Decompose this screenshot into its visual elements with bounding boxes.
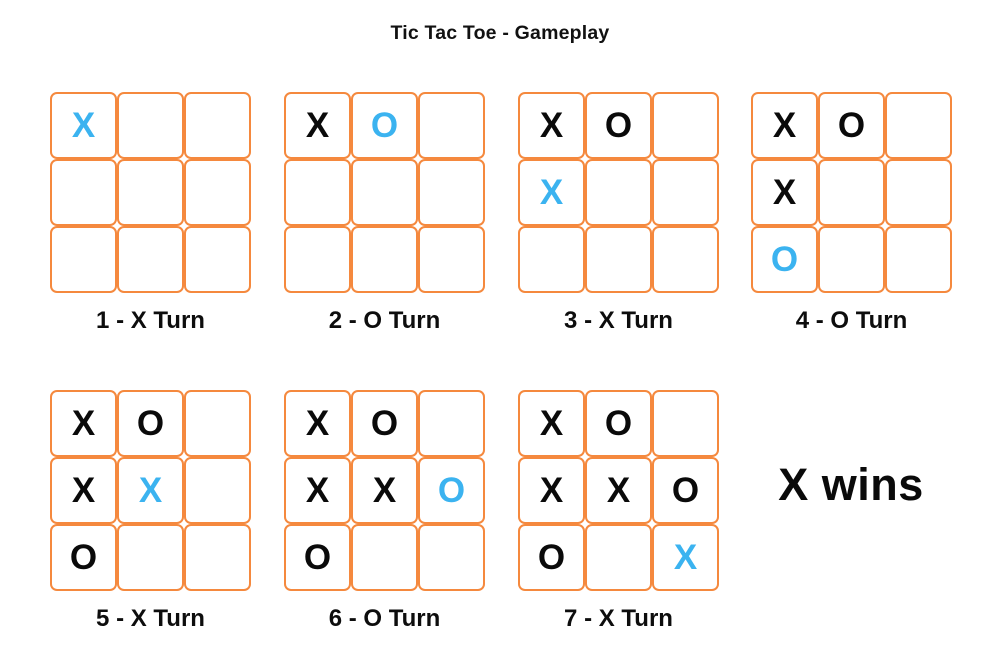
tic-tac-toe-board[interactable]: XOXXOO: [284, 390, 485, 591]
board-cell[interactable]: [418, 390, 485, 457]
board-cell[interactable]: O: [585, 390, 652, 457]
board-caption: 2 - O Turn: [328, 307, 441, 334]
board-cell[interactable]: O: [351, 390, 418, 457]
board-cell[interactable]: [184, 226, 251, 293]
board-cell[interactable]: [351, 524, 418, 591]
board-caption: 3 - X Turn: [564, 307, 673, 334]
board-cell[interactable]: [184, 390, 251, 457]
board-cell[interactable]: [284, 226, 351, 293]
board-cell[interactable]: [117, 226, 184, 293]
board-cell[interactable]: X: [518, 390, 585, 457]
board-cell[interactable]: [184, 457, 251, 524]
board-cell[interactable]: [117, 524, 184, 591]
board-panel-7: XOXXOOX 7 - X Turn: [518, 390, 719, 632]
board-cell[interactable]: X: [751, 159, 818, 226]
board-cell[interactable]: O: [284, 524, 351, 591]
board-cell[interactable]: O: [585, 92, 652, 159]
board-panel-4: XOXO 4 - O Turn: [751, 92, 952, 334]
board-panel-3: XOX 3 - X Turn: [518, 92, 719, 334]
board-cell[interactable]: [117, 92, 184, 159]
tic-tac-toe-board[interactable]: XOXXO: [50, 390, 251, 591]
board-cell[interactable]: [518, 226, 585, 293]
board-cell[interactable]: [652, 226, 719, 293]
board-cell[interactable]: X: [518, 92, 585, 159]
tic-tac-toe-board[interactable]: XOXXOOX: [518, 390, 719, 591]
board-cell[interactable]: [351, 159, 418, 226]
tic-tac-toe-board[interactable]: XOX: [518, 92, 719, 293]
board-cell[interactable]: X: [284, 457, 351, 524]
board-cell[interactable]: O: [418, 457, 485, 524]
board-cell[interactable]: O: [117, 390, 184, 457]
board-cell[interactable]: [885, 226, 952, 293]
board-caption: 1 - X Turn: [96, 307, 205, 334]
board-caption: 5 - X Turn: [96, 605, 205, 632]
board-cell[interactable]: [652, 159, 719, 226]
board-cell[interactable]: [585, 524, 652, 591]
tic-tac-toe-board[interactable]: XOXO: [751, 92, 952, 293]
board-cell[interactable]: [885, 159, 952, 226]
board-cell[interactable]: X: [50, 457, 117, 524]
board-caption: 4 - O Turn: [795, 307, 908, 334]
board-cell[interactable]: [418, 159, 485, 226]
board-caption: 6 - O Turn: [328, 605, 441, 632]
board-cell[interactable]: X: [518, 457, 585, 524]
board-cell[interactable]: X: [652, 524, 719, 591]
board-cell[interactable]: X: [351, 457, 418, 524]
board-cell[interactable]: O: [652, 457, 719, 524]
board-cell[interactable]: [818, 226, 885, 293]
board-cell[interactable]: X: [284, 92, 351, 159]
board-cell[interactable]: [418, 92, 485, 159]
board-cell[interactable]: [184, 92, 251, 159]
board-cell[interactable]: [652, 92, 719, 159]
board-cell[interactable]: [585, 226, 652, 293]
board-cell[interactable]: O: [751, 226, 818, 293]
board-cell[interactable]: [885, 92, 952, 159]
board-cell[interactable]: [50, 159, 117, 226]
result-banner: X wins: [778, 459, 924, 510]
board-cell[interactable]: [117, 159, 184, 226]
board-cell[interactable]: O: [818, 92, 885, 159]
board-cell[interactable]: [418, 524, 485, 591]
board-cell[interactable]: X: [50, 92, 117, 159]
page-title: Tic Tac Toe - Gameplay: [390, 22, 610, 44]
board-cell[interactable]: X: [284, 390, 351, 457]
board-panel-1: X 1 - X Turn: [50, 92, 251, 334]
board-cell[interactable]: O: [351, 92, 418, 159]
tic-tac-toe-board[interactable]: XO: [284, 92, 485, 293]
board-panel-2: XO 2 - O Turn: [284, 92, 485, 334]
board-cell[interactable]: O: [518, 524, 585, 591]
board-cell[interactable]: X: [117, 457, 184, 524]
board-cell[interactable]: [652, 390, 719, 457]
board-cell[interactable]: [351, 226, 418, 293]
board-cell[interactable]: X: [585, 457, 652, 524]
board-caption: 7 - X Turn: [564, 605, 673, 632]
board-cell[interactable]: X: [518, 159, 585, 226]
tic-tac-toe-board[interactable]: X: [50, 92, 251, 293]
board-cell[interactable]: [418, 226, 485, 293]
board-cell[interactable]: [50, 226, 117, 293]
board-cell[interactable]: X: [751, 92, 818, 159]
board-panel-5: XOXXO 5 - X Turn: [50, 390, 251, 632]
board-cell[interactable]: [585, 159, 652, 226]
board-cell[interactable]: O: [50, 524, 117, 591]
board-panel-6: XOXXOO 6 - O Turn: [284, 390, 485, 632]
board-cell[interactable]: [284, 159, 351, 226]
board-cell[interactable]: [184, 159, 251, 226]
board-cell[interactable]: [184, 524, 251, 591]
board-cell[interactable]: [818, 159, 885, 226]
board-cell[interactable]: X: [50, 390, 117, 457]
